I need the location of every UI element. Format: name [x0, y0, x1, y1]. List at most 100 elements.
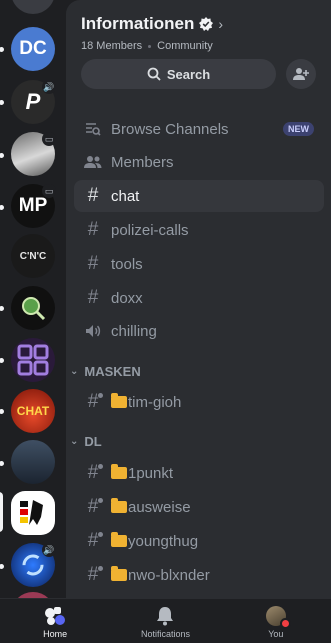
- unread-dot: [0, 100, 4, 105]
- channel-label: polizei-calls: [111, 221, 189, 239]
- channel-label: ausweise: [128, 498, 191, 516]
- channel-chat[interactable]: # chat: [74, 180, 324, 212]
- thread-channel-nwo-blxnder[interactable]: # nwo-blxnder: [74, 559, 324, 591]
- speaker-icon: 🔊: [42, 80, 56, 94]
- add-user-icon: [293, 68, 309, 80]
- unread-dot: [0, 461, 4, 466]
- server-icon-eagle[interactable]: [11, 491, 55, 535]
- server-icon-top[interactable]: [11, 0, 55, 14]
- hash-icon: #: [87, 253, 99, 274]
- hash-icon: #: [87, 185, 99, 206]
- nav-you-label: You: [268, 629, 284, 639]
- search-label: Search: [166, 66, 211, 82]
- channel-label: doxx: [111, 289, 143, 307]
- thread-channel-ausweise[interactable]: # ausweise: [74, 491, 324, 523]
- members-icon: [83, 152, 103, 172]
- category-label: DL: [84, 433, 102, 449]
- swirl-logo-icon: [22, 554, 44, 576]
- search-icon: [147, 67, 161, 81]
- server-icon-grid[interactable]: [11, 338, 55, 382]
- voice-channel-chilling[interactable]: chilling: [74, 315, 324, 347]
- discord-app: DC P 🔊 ▭ MP ▭ C'N'C CHAT 🔊 Informationen…: [0, 0, 331, 643]
- channel-tools[interactable]: # tools: [74, 248, 324, 280]
- unread-dot: [0, 205, 4, 210]
- new-badge: NEW: [283, 122, 314, 136]
- folder-icon: [111, 532, 127, 547]
- separator-dot: [148, 44, 152, 48]
- selected-indicator: [0, 492, 3, 532]
- server-icon-dc[interactable]: DC: [11, 27, 55, 71]
- server-header[interactable]: Informationen ›: [81, 14, 223, 34]
- unread-dot: [0, 47, 4, 52]
- channel-doxx[interactable]: # doxx: [74, 282, 324, 314]
- nav-home[interactable]: Home: [0, 599, 110, 643]
- speaker-icon: 🔊: [42, 543, 56, 557]
- hash-icon: #: [87, 287, 99, 308]
- unread-dot: [0, 409, 4, 414]
- hash-thread-icon: #: [83, 564, 103, 585]
- category-masken[interactable]: ⌄ MASKEN: [70, 362, 141, 380]
- server-rail[interactable]: DC P 🔊 ▭ MP ▭ C'N'C CHAT 🔊: [0, 0, 66, 598]
- server-initials: C'N'C: [19, 250, 47, 262]
- category-dl[interactable]: ⌄ DL: [70, 432, 102, 450]
- thread-channel-tim-gioh[interactable]: # tim-gioh: [74, 386, 324, 418]
- chevron-right-icon: ›: [218, 16, 224, 32]
- bell-icon: [157, 607, 174, 626]
- browse-channels[interactable]: Browse Channels NEW: [74, 113, 324, 145]
- server-initials: P: [25, 89, 41, 114]
- server-icon-chat[interactable]: CHAT: [11, 389, 55, 433]
- server-name: Informationen: [81, 14, 195, 33]
- unread-dot: [0, 564, 4, 569]
- server-icon-cnc[interactable]: C'N'C: [11, 234, 55, 278]
- hash-thread-icon: #: [83, 530, 103, 551]
- nav-home-label: Home: [43, 629, 68, 639]
- nav-notifications-label: Notifications: [140, 629, 190, 639]
- nav-you[interactable]: You: [221, 599, 331, 643]
- channel-label: chat: [111, 187, 140, 205]
- members-item[interactable]: Members: [74, 146, 324, 178]
- server-initials: MP: [18, 195, 48, 216]
- thread-channel-1punkt[interactable]: # 1punkt: [74, 457, 324, 489]
- server-icon-magnifier[interactable]: [11, 286, 55, 330]
- invite-button[interactable]: [286, 59, 316, 89]
- server-type: Community: [157, 40, 213, 52]
- channel-panel: Informationen › 18 Members Community Sea…: [66, 0, 331, 598]
- magnifier-logo-icon: [22, 297, 46, 321]
- chevron-down-icon: ⌄: [70, 365, 79, 377]
- speaker-icon: [83, 321, 103, 341]
- home-icon: [45, 607, 66, 625]
- chevron-down-icon: ⌄: [70, 435, 79, 447]
- nav-notifications[interactable]: Notifications: [110, 599, 220, 643]
- folder-icon: [111, 393, 127, 408]
- unread-dot: [0, 153, 4, 158]
- browse-channels-icon: [83, 119, 103, 139]
- server-meta: 18 Members Community: [81, 40, 213, 52]
- hash-icon: #: [87, 219, 99, 240]
- folder-icon: [111, 498, 127, 513]
- members-label: Members: [111, 153, 174, 171]
- eagle-flag-icon: [20, 500, 43, 525]
- channel-label: tim-gioh: [128, 393, 182, 411]
- server-initials: DC: [19, 38, 47, 59]
- channel-label: 1punkt: [128, 464, 174, 482]
- screen-share-icon: ▭: [42, 132, 56, 146]
- channel-label: nwo-blxnder: [128, 566, 210, 584]
- screen-share-icon: ▭: [42, 184, 56, 198]
- hash-thread-icon: #: [83, 462, 103, 483]
- browse-channels-label: Browse Channels: [111, 120, 229, 138]
- server-icon-silhouette[interactable]: [11, 440, 55, 484]
- server-initials: CHAT: [16, 404, 50, 418]
- search-button[interactable]: Search: [81, 59, 276, 89]
- unread-dot: [0, 306, 4, 311]
- hash-thread-icon: #: [83, 391, 103, 412]
- channel-label: chilling: [111, 322, 157, 340]
- grid-logo-icon: [17, 344, 49, 376]
- verified-badge-icon: [199, 17, 214, 31]
- thread-channel-youngthug[interactable]: # youngthug: [74, 525, 324, 557]
- hash-thread-icon: #: [83, 496, 103, 517]
- category-label: MASKEN: [84, 363, 141, 379]
- folder-icon: [111, 464, 127, 479]
- member-count: 18 Members: [81, 40, 143, 52]
- channel-polizei-calls[interactable]: # polizei-calls: [74, 214, 324, 246]
- channel-label: youngthug: [128, 532, 199, 550]
